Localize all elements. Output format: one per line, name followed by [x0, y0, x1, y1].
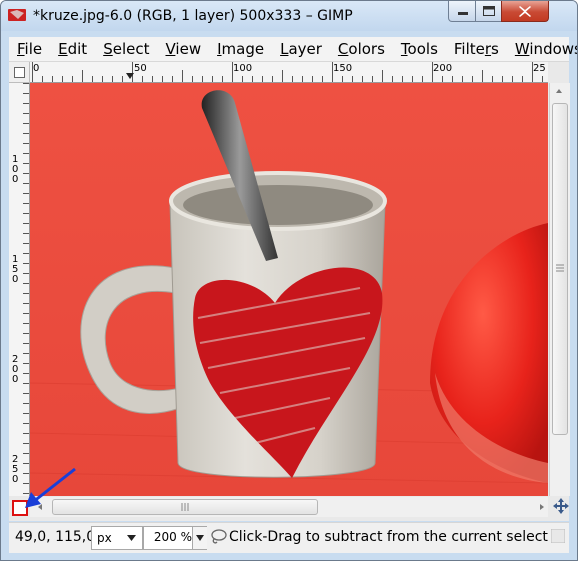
title-bar[interactable]: *kruze.jpg-6.0 (RGB, 1 layer) 500x333 – …: [1, 1, 577, 31]
navigate-icon[interactable]: [553, 498, 569, 514]
status-message: Click-Drag to subtract from the current …: [209, 526, 549, 548]
unit-selector[interactable]: px: [91, 526, 143, 550]
close-icon: [519, 5, 531, 17]
canvas-area: 0 50 100 150 200 25 100 150 200 250: [9, 62, 570, 521]
menu-arrow-icon: [14, 67, 25, 78]
menu-tools[interactable]: Tools: [393, 40, 446, 58]
menu-select[interactable]: Select: [95, 40, 157, 58]
cancel-icon[interactable]: [551, 529, 565, 543]
menu-file[interactable]: File: [9, 40, 50, 58]
ruler-ticks: [23, 83, 29, 494]
ruler-label: 200: [433, 63, 453, 74]
grip-icon: [181, 503, 189, 511]
ruler-label: 200: [12, 354, 19, 385]
maximize-button[interactable]: [475, 1, 503, 22]
chevron-down-icon: [196, 535, 204, 541]
annotation-arrow-icon: [25, 467, 76, 508]
image-canvas[interactable]: [30, 83, 548, 496]
chevron-down-icon: [127, 535, 136, 541]
menu-colors[interactable]: Colors: [330, 40, 393, 58]
scroll-right-icon[interactable]: [538, 503, 546, 511]
ruler-label: 150: [12, 254, 19, 285]
vertical-scroll-thumb[interactable]: [552, 103, 568, 435]
zoom-dropdown-button[interactable]: [192, 527, 207, 549]
close-button[interactable]: [501, 1, 549, 22]
scroll-up-icon[interactable]: [555, 87, 563, 95]
ruler-label: 0: [33, 63, 40, 74]
status-message-text: Click-Drag to subtract from the current …: [229, 529, 549, 545]
status-bar: 49,0, 115,0 px Click-Drag to subtract fr…: [9, 522, 569, 553]
menu-bar: File Edit Select View Image Layer Colors…: [9, 37, 577, 62]
menu-filters[interactable]: Filters: [446, 40, 507, 58]
vertical-ruler[interactable]: 100 150 200 250: [9, 83, 30, 496]
menu-edit[interactable]: Edit: [50, 40, 95, 58]
menu-image[interactable]: Image: [209, 40, 272, 58]
lasso-icon: [211, 529, 227, 544]
zoom-input[interactable]: [144, 527, 194, 547]
ruler-label: 100: [233, 63, 253, 74]
horizontal-scrollbar[interactable]: [30, 497, 548, 517]
ruler-label: 50: [134, 63, 147, 74]
ruler-label: 100: [12, 154, 19, 185]
horizontal-scroll-thumb[interactable]: [52, 499, 318, 515]
ruler-label: 25: [533, 63, 546, 74]
zoom-selector[interactable]: [143, 526, 207, 550]
window-title: *kruze.jpg-6.0 (RGB, 1 layer) 500x333 – …: [33, 8, 353, 24]
quick-mask-menu-button[interactable]: [9, 62, 30, 83]
menu-view[interactable]: View: [157, 40, 209, 58]
minimize-button[interactable]: [448, 1, 477, 22]
horizontal-ruler[interactable]: 0 50 100 150 200 25: [30, 62, 548, 83]
menu-layer[interactable]: Layer: [272, 40, 330, 58]
pointer-coordinates: 49,0, 115,0: [15, 529, 96, 545]
gimp-wilber-icon: [8, 9, 26, 21]
menu-windows[interactable]: Windows: [507, 40, 577, 58]
unit-value: px: [97, 531, 112, 545]
ruler-ticks: [32, 62, 543, 82]
maximize-icon: [483, 6, 495, 16]
photo-mug-with-heart: [30, 83, 548, 496]
grip-icon: [556, 264, 564, 272]
vertical-scrollbar[interactable]: [549, 83, 570, 496]
ruler-label: 150: [333, 63, 353, 74]
minimize-icon: [457, 12, 468, 15]
gimp-image-window: *kruze.jpg-6.0 (RGB, 1 layer) 500x333 – …: [0, 0, 578, 561]
ruler-label: 250: [12, 454, 19, 485]
